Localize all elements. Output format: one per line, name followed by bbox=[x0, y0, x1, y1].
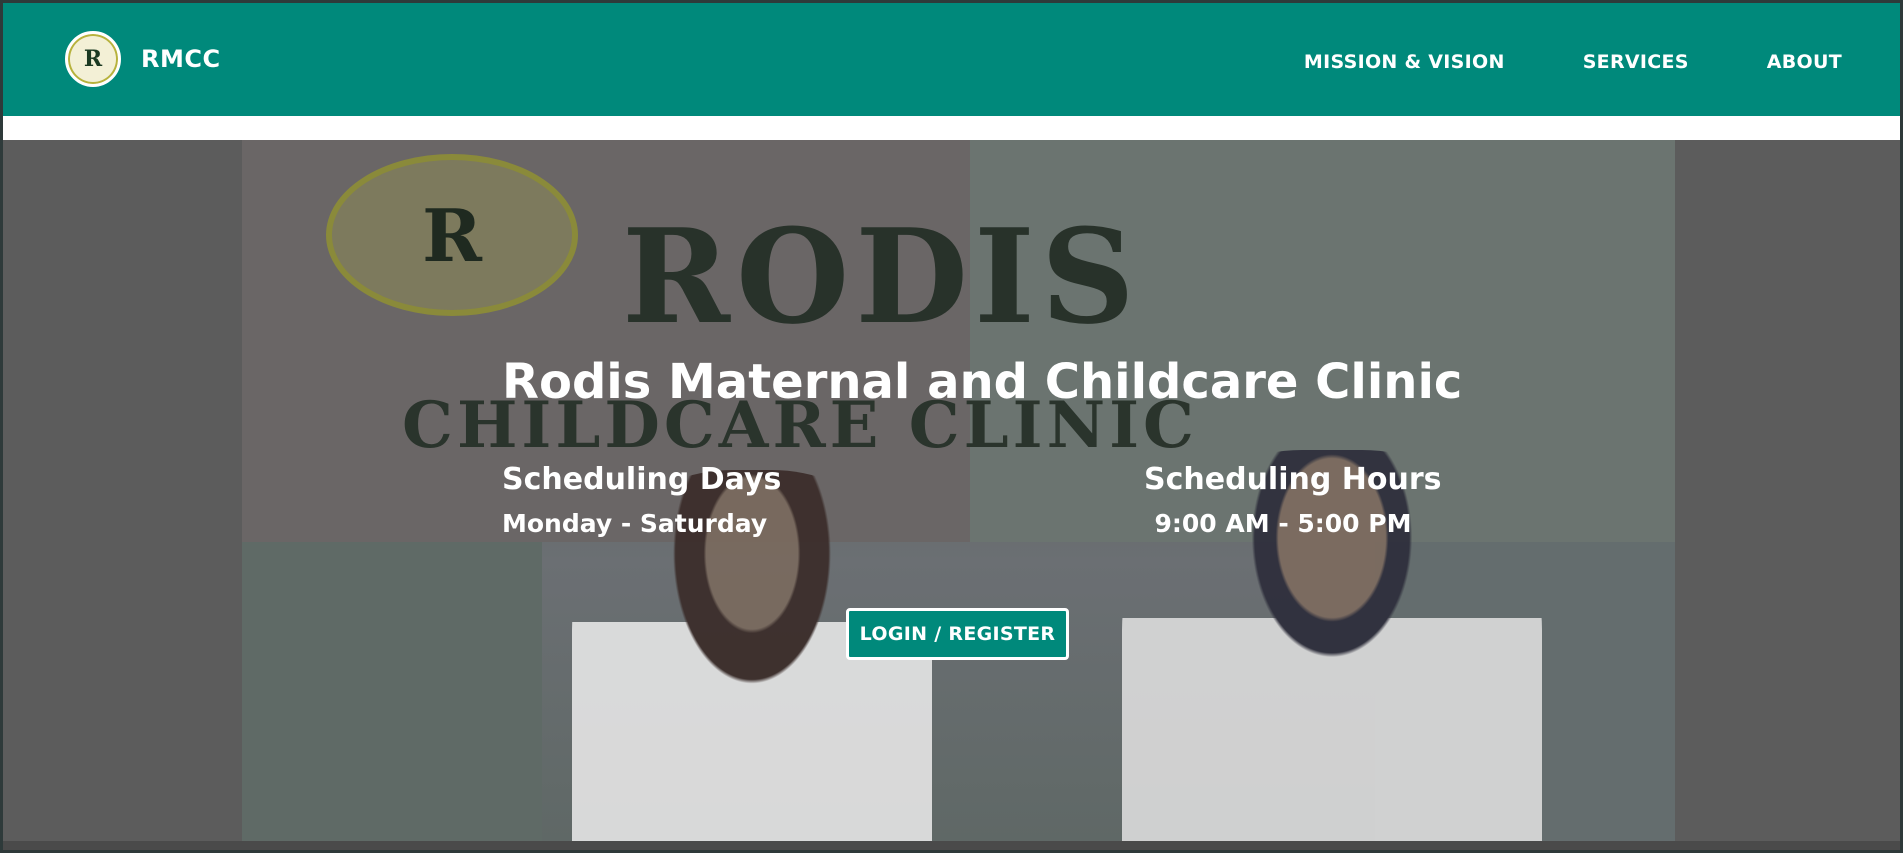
scheduling-hours-label: Scheduling Hours bbox=[1144, 462, 1442, 497]
bottom-edge bbox=[3, 841, 1900, 850]
nav-link-about[interactable]: ABOUT bbox=[1767, 51, 1842, 73]
brand[interactable]: R RMCC bbox=[65, 31, 221, 87]
navbar-spacer bbox=[3, 116, 1900, 140]
hero-section: R RODIS CHILDCARE CLINIC bbox=[242, 140, 1675, 841]
nav-link-mission-vision[interactable]: MISSION & VISION bbox=[1304, 51, 1505, 73]
nav-link-services[interactable]: SERVICES bbox=[1583, 51, 1689, 73]
main-nav: MISSION & VISION SERVICES ABOUT bbox=[1304, 51, 1842, 73]
scheduling-days-label: Scheduling Days bbox=[502, 462, 782, 497]
top-navbar: R RMCC MISSION & VISION SERVICES ABOUT bbox=[3, 3, 1900, 116]
scheduling-hours-value: 9:00 AM - 5:00 PM bbox=[1154, 509, 1412, 538]
brand-name[interactable]: RMCC bbox=[141, 45, 221, 73]
scheduling-hours: Scheduling Hours 9:00 AM - 5:00 PM bbox=[1144, 462, 1442, 538]
clinic-seal-icon: R bbox=[326, 154, 578, 316]
rmcc-logo-icon: R bbox=[65, 31, 121, 87]
hero-collage-photo bbox=[242, 542, 542, 841]
banner-word-rodis: RODIS bbox=[622, 200, 1141, 353]
hero-title: Rodis Maternal and Childcare Clinic bbox=[502, 354, 1463, 411]
login-register-button[interactable]: LOGIN / REGISTER bbox=[846, 608, 1069, 660]
scheduling-days: Scheduling Days Monday - Saturday bbox=[502, 462, 782, 538]
scheduling-days-value: Monday - Saturday bbox=[502, 509, 768, 538]
